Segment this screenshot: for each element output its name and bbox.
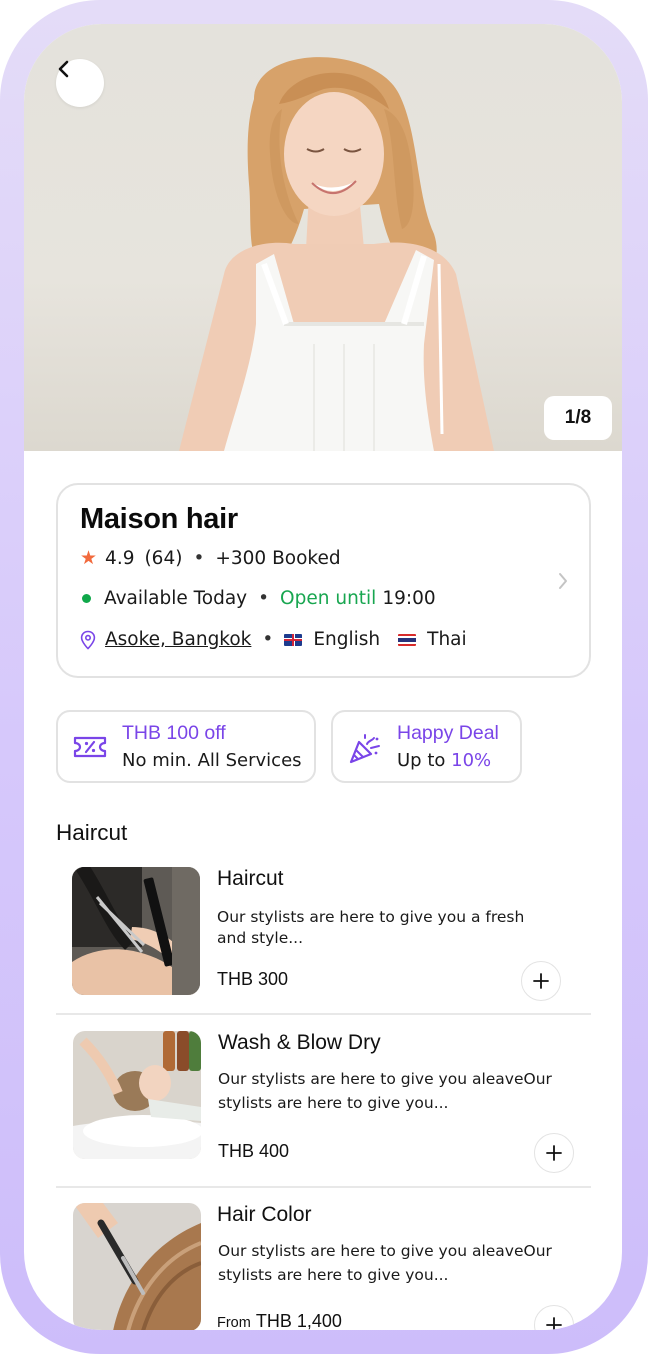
thailand-flag-icon [398, 633, 417, 646]
plus-icon [546, 1317, 562, 1330]
service-name: Haircut [217, 867, 284, 890]
divider [56, 1186, 591, 1188]
section-title: Haircut [56, 820, 128, 845]
service-thumbnail [72, 867, 200, 995]
divider [56, 1013, 591, 1015]
add-service-button[interactable] [521, 961, 561, 1001]
location-pin-icon [80, 630, 96, 650]
open-until-label: Open until [280, 588, 377, 609]
availability-row: Available Today • Open until 19:00 [80, 588, 436, 609]
separator-dot: • [193, 547, 205, 569]
available-dot-icon [82, 594, 91, 603]
service-item-haircut[interactable]: Haircut Our stylists are here to give yo… [56, 867, 591, 1007]
back-button[interactable] [56, 59, 104, 107]
chevron-right-icon[interactable] [557, 571, 569, 591]
salon-name: Maison hair [80, 503, 238, 535]
promo-subtitle: Up to 10% [397, 750, 491, 771]
location-link[interactable]: Asoke, Bangkok [105, 629, 251, 650]
service-price: THB 300 [217, 969, 288, 990]
star-icon: ★ [80, 547, 98, 569]
add-service-button[interactable] [534, 1305, 574, 1330]
booked-count: +300 Booked [215, 547, 341, 569]
promo-subtitle-prefix: Up to [397, 750, 452, 771]
ticket-discount-icon [73, 736, 107, 758]
promo-chip-happy-deal[interactable]: Happy Deal Up to 10% [331, 710, 522, 783]
add-service-button[interactable] [534, 1133, 574, 1173]
rating-row: ★ 4.9 (64) • +300 Booked [80, 547, 341, 569]
plus-icon [546, 1145, 562, 1161]
service-price: THB 400 [218, 1141, 289, 1162]
rating-value: 4.9 [105, 547, 135, 569]
promo-subtitle: No min. All Services [122, 750, 302, 771]
review-count: (64) [144, 547, 183, 569]
hero-photo[interactable]: 1/8 [24, 24, 622, 451]
promo-percent: 10% [451, 750, 492, 771]
open-until-time: 19:00 [382, 588, 436, 609]
service-description: Our stylists are here to give you aleave… [218, 1242, 552, 1284]
salon-info-card[interactable]: Maison hair ★ 4.9 (64) • +300 Booked Ava… [56, 483, 591, 678]
price-prefix: From [217, 1315, 251, 1330]
chevron-left-icon [58, 60, 69, 78]
device-frame: 1/8 Maison hair ★ 4.9 (64) • +300 Booked… [0, 0, 648, 1354]
promo-title: Happy Deal [397, 722, 499, 744]
language-thai: Thai [427, 629, 467, 650]
screen: 1/8 Maison hair ★ 4.9 (64) • +300 Booked… [24, 24, 622, 1330]
separator-dot: • [262, 629, 274, 650]
service-item-wash-blow-dry[interactable]: Wash & Blow Dry Our stylists are here to… [56, 1031, 591, 1181]
service-thumbnail [73, 1203, 201, 1330]
price-amount: THB 400 [218, 1141, 290, 1161]
service-name: Hair Color [217, 1203, 312, 1226]
location-row: Asoke, Bangkok • English Thai [80, 629, 467, 650]
service-price: From THB 1,400 [217, 1311, 342, 1330]
price-amount: THB 1,400 [255, 1311, 342, 1330]
uk-flag-icon [284, 633, 303, 646]
service-thumbnail [73, 1031, 201, 1159]
price-amount: THB 300 [217, 969, 289, 989]
service-description: Our stylists are here to give you aleave… [218, 1070, 552, 1112]
image-counter: 1/8 [544, 396, 612, 440]
separator-dot: • [258, 588, 270, 609]
promo-chip-discount[interactable]: THB 100 off No min. All Services [56, 710, 316, 783]
service-name: Wash & Blow Dry [218, 1031, 381, 1054]
service-item-hair-color[interactable]: Hair Color Our stylists are here to give… [56, 1203, 591, 1330]
plus-icon [533, 973, 549, 989]
service-description: Our stylists are here to give you a fres… [217, 908, 525, 947]
availability-text: Available Today [104, 588, 248, 609]
hero-photo-illustration [179, 57, 494, 451]
language-english: English [313, 629, 381, 650]
promo-title: THB 100 off [122, 722, 226, 744]
party-popper-icon [349, 734, 380, 764]
